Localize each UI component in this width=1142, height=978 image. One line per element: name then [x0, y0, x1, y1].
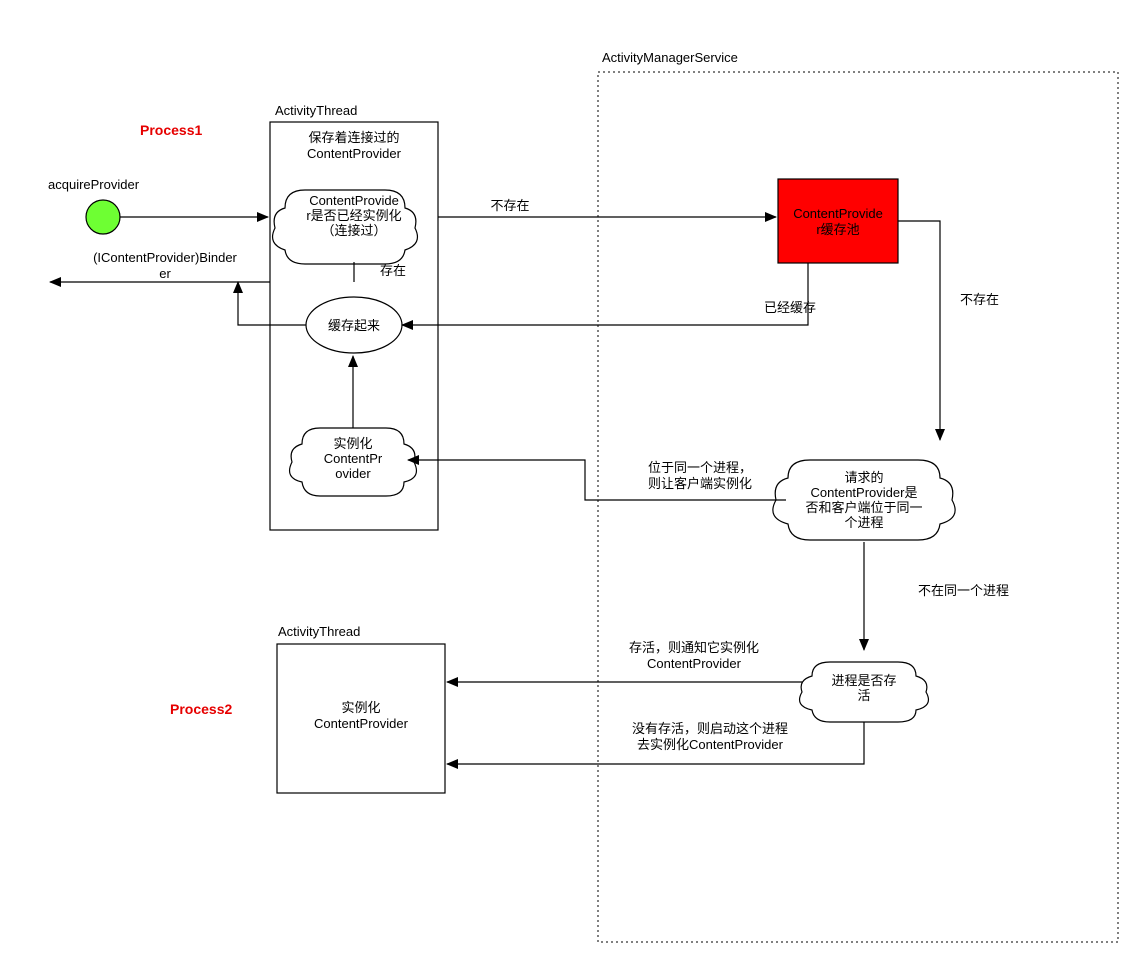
process2-label: Process2: [170, 701, 232, 717]
svg-text:存活，则通知它实例化: 存活，则通知它实例化: [629, 640, 759, 655]
svg-text:不在同一个进程: 不在同一个进程: [918, 583, 1009, 598]
svg-text:（连接过）: （连接过）: [321, 223, 386, 238]
cache-pool-box: [778, 179, 898, 263]
svg-text:不存在: 不存在: [490, 198, 529, 213]
svg-text:否和客户端位于同一: 否和客户端位于同一: [805, 500, 922, 515]
binder-return-label: (IContentProvider)Binder: [93, 250, 237, 265]
inst2-line2: ContentProvider: [314, 716, 409, 731]
svg-text:实例化: 实例化: [333, 436, 372, 451]
svg-text:位于同一个进程，: 位于同一个进程，: [648, 460, 752, 475]
cloud-cp-instantiated: ContentProvide r是否已经实例化 （连接过）: [273, 190, 418, 264]
diagram-canvas: ActivityManagerService Process1 Process2…: [0, 0, 1142, 978]
svg-text:ContentProvider是: ContentProvider是: [811, 485, 918, 500]
at1-sub-line2: ContentProvider: [307, 146, 402, 161]
cloud-inst-cp: 实例化 ContentPr ovider: [290, 428, 417, 496]
svg-text:存在: 存在: [380, 263, 406, 278]
start-node: [86, 200, 120, 234]
acquire-provider-label: acquireProvider: [48, 177, 140, 192]
svg-text:ContentProvider: ContentProvider: [647, 656, 742, 671]
edge-cache-to-return: [238, 282, 306, 325]
svg-text:r是否已经实例化: r是否已经实例化: [306, 208, 401, 223]
svg-text:请求的: 请求的: [844, 470, 883, 485]
edge-not-exist2: [898, 221, 940, 440]
cloud-same-proc: 请求的 ContentProvider是 否和客户端位于同一 个进程: [773, 460, 955, 540]
cloud-cache-it: 缓存起来: [306, 297, 402, 353]
cloud-proc-alive: 进程是否存 活: [800, 662, 929, 722]
svg-text:ContentProvide: ContentProvide: [309, 193, 399, 208]
activitythread1-label: ActivityThread: [275, 103, 357, 118]
svg-text:ovider: ovider: [335, 466, 371, 481]
svg-text:去实例化ContentProvider: 去实例化ContentProvider: [637, 737, 784, 752]
svg-text:则让客户端实例化: 则让客户端实例化: [648, 476, 752, 491]
cache-pool-line2: r缓存池: [816, 222, 859, 237]
svg-text:不存在: 不存在: [960, 292, 999, 307]
svg-text:缓存起来: 缓存起来: [328, 318, 380, 333]
svg-text:进程是否存: 进程是否存: [831, 673, 896, 688]
inst2-line1: 实例化: [341, 700, 380, 715]
svg-text:个进程: 个进程: [844, 515, 883, 530]
svg-text:已经缓存: 已经缓存: [764, 300, 816, 315]
at1-sub-line1: 保存着连接过的: [308, 130, 399, 145]
svg-text:ContentPr: ContentPr: [324, 451, 383, 466]
activitythread2-label: ActivityThread: [278, 624, 360, 639]
ams-label: ActivityManagerService: [602, 50, 738, 65]
svg-text:er: er: [159, 266, 171, 281]
edge-already-cached: [402, 263, 808, 325]
svg-text:活: 活: [857, 688, 870, 703]
cache-pool-line1: ContentProvide: [793, 206, 883, 221]
process1-label: Process1: [140, 122, 202, 138]
svg-text:没有存活，则启动这个进程: 没有存活，则启动这个进程: [632, 721, 788, 736]
